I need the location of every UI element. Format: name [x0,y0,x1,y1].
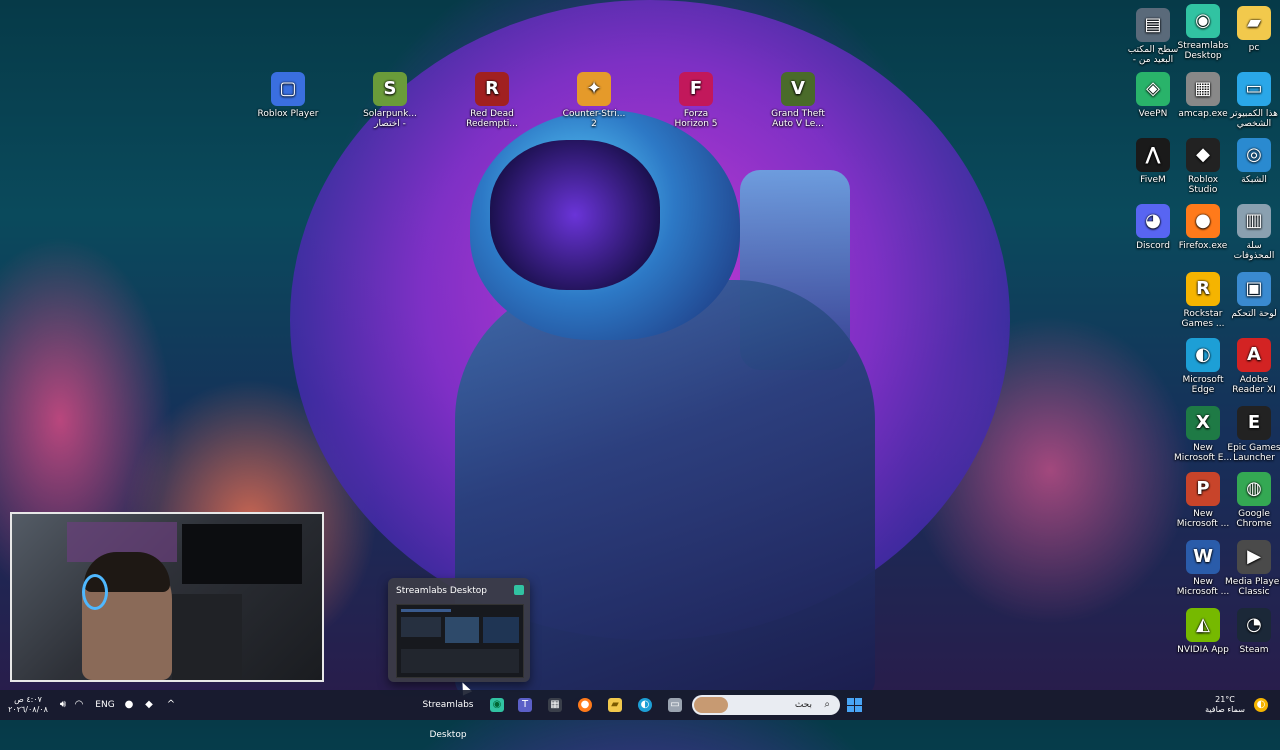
calendar-icon[interactable]: ▦ [548,698,562,712]
desktop-icon-label: هذا الكمبيوتر الشخصي [1230,109,1278,129]
steam-icon: ◔ [1237,608,1271,642]
desktop-icon-network[interactable]: ◎ الشبكة [1218,138,1280,185]
streamlabs-taskbar-icon[interactable]: ◉ [490,698,504,712]
firefox-icon[interactable]: ● [578,698,592,712]
recycle-bin-icon: ▥ [1237,204,1271,238]
powerpoint-icon: P [1186,472,1220,506]
discord-icon: ◕ [1136,204,1170,238]
chrome-icon: ◍ [1237,472,1271,506]
weather-widget[interactable]: 21°C سماء صافية [1196,690,1254,720]
taskbar: ٤:٠٧ ص ٢٠٢٦/٠٨/٠٨ 🔊︎ ◠ ENG ● ◆ ^ Streaml… [0,690,1280,740]
webcam-monitor [182,524,302,584]
desktop-icon-label: سلة المحذوفات [1233,241,1275,261]
desktop-icon-recycle-bin[interactable]: ▥ سلة المحذوفات [1218,204,1280,261]
desktop-icon-label: Grand Theft Auto V Le... [771,109,825,129]
rockstar-icon: R [1186,272,1220,306]
fivem-icon: ⋀ [1136,138,1170,172]
desktop-icon-pc[interactable]: ▰ pc [1218,6,1280,53]
security-icon[interactable]: ◆ [142,698,156,712]
desktop-icon-mpc[interactable]: ▶ Media Player Classic [1218,540,1280,597]
desktop-icon-label: Roblox Player [257,109,319,119]
edge-icon[interactable]: ◐ [638,698,652,712]
desktop-icon-label: الشبكة [1241,175,1267,185]
desktop-icon-label: Media Player Classic [1225,577,1280,597]
moon-weather-icon: ◐ [1254,698,1268,712]
epic-icon: E [1237,406,1271,440]
excel-icon: X [1186,406,1220,440]
desktop-icon-label: Steam [1239,645,1269,655]
network-icon: ◎ [1237,138,1271,172]
word-icon: W [1186,540,1220,574]
desktop-icon-label: Red Dead Redempti... [466,109,518,129]
solarpunk-icon: S [373,72,407,106]
clock-date: ٢٠٢٦/٠٨/٠٨ [8,705,48,714]
roblox-player-icon: ▢ [271,72,305,106]
this-pc-icon: ▭ [1237,72,1271,106]
headphones-icon [82,574,108,610]
taskbar-preview-popup[interactable]: Streamlabs Desktop [388,578,530,682]
gta-icon: V [781,72,815,106]
desktop-icon-adobe[interactable]: A Adobe Reader XI [1218,338,1280,395]
streamlabs-icon: ◉ [1186,4,1220,38]
nvidia-icon: ◭ [1186,608,1220,642]
search-highlight-image [694,697,728,713]
language-indicator[interactable]: ENG [92,690,118,720]
desktop-icon-chrome[interactable]: ◍ Google Chrome [1218,472,1280,529]
clock[interactable]: ٤:٠٧ ص ٢٠٢٦/٠٨/٠٨ [6,690,50,720]
microphone-icon[interactable]: ● [122,698,136,712]
firefox-icon: ● [1186,204,1220,238]
file-explorer-icon[interactable]: ▰ [608,698,622,712]
desktop-icon-label: Epic Games Launcher [1227,443,1280,463]
desktop-icon-label: Google Chrome [1236,509,1272,529]
edge-icon: ◐ [1186,338,1220,372]
control-panel-icon: ▣ [1237,272,1271,306]
desktop-icon-this-pc[interactable]: ▭ هذا الكمبيوتر الشخصي [1218,72,1280,129]
search-box[interactable]: بحث ⌕ [692,695,840,715]
desktop-icon-red-dead[interactable]: R Red Dead Redempti... [456,72,528,129]
red-dead-icon: R [475,72,509,106]
desktop-icon-label: Counter-Stri... 2 [562,109,626,129]
mpc-icon: ▶ [1237,540,1271,574]
desktop-icon-control-panel[interactable]: ▣ لوحة التحكم [1218,272,1280,319]
teams-icon[interactable]: T [518,698,532,712]
desktop-icon-label: لوحة التحكم [1231,309,1277,319]
desktop-icon-roblox-player[interactable]: ▢ Roblox Player [252,72,324,119]
desktop-icon-label: Solarpunk... اختصار - [363,109,417,129]
weather-desc: سماء صافية [1205,705,1245,714]
preview-thumbnail[interactable] [396,604,524,678]
wifi-icon[interactable]: ◠ [72,698,86,712]
search-icon: ⌕ [824,699,830,710]
search-placeholder: بحث [794,700,812,710]
desktop-icon-label: Adobe Reader XI [1232,375,1276,395]
weather-temp: 21°C [1215,695,1235,704]
wallpaper-astronaut-visor [490,140,660,290]
desktop-icon-steam[interactable]: ◔ Steam [1218,608,1280,655]
start-button-icon[interactable] [847,698,862,712]
adobe-icon: A [1237,338,1271,372]
desktop-icon-epic[interactable]: E Epic Games Launcher [1218,406,1280,463]
counter-strike-icon: ✦ [577,72,611,106]
desktop-icon-gta[interactable]: V Grand Theft Auto V Le... [762,72,834,129]
desktop-icon-counter-strike[interactable]: ✦ Counter-Stri... 2 [558,72,630,129]
clock-time: ٤:٠٧ ص [14,695,42,704]
volume-icon[interactable]: 🔊︎ [56,698,70,712]
webcam-chair [172,594,242,680]
amcap-icon: ▦ [1186,72,1220,106]
desktop-icon-label: Forza Horizon 5 [674,109,718,129]
webcam-overlay [10,512,324,682]
pc-icon: ▰ [1237,6,1271,40]
active-app-label[interactable]: Streamlabs Desktop [408,690,488,740]
desktop-icon-forza[interactable]: F Forza Horizon 5 [660,72,732,129]
roblox-studio-icon: ◆ [1186,138,1220,172]
streamlabs-icon [514,585,524,595]
desktop-icon-label: pc [1248,43,1260,53]
forza-icon: F [679,72,713,106]
veepn-icon: ◈ [1136,72,1170,106]
preview-title: Streamlabs Desktop [396,586,487,596]
chevron-up-icon[interactable]: ^ [164,698,178,712]
task-view-icon[interactable]: ▭ [668,698,682,712]
desktop-icon-solarpunk[interactable]: S Solarpunk... اختصار - [354,72,426,129]
desktop-shortcut-icon: ▤ [1136,8,1170,42]
